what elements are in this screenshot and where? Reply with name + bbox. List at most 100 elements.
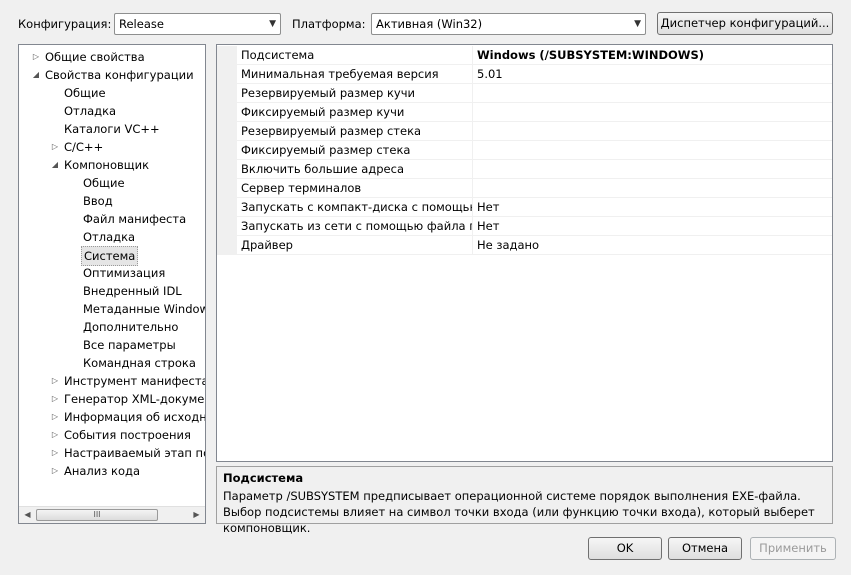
property-name: Фиксируемый размер кучи (241, 103, 473, 122)
tree-item-label: Внедренный IDL (83, 284, 182, 298)
property-value[interactable] (477, 122, 832, 141)
triangle-down-icon[interactable]: ◢ (50, 156, 60, 174)
triangle-right-icon[interactable]: ▷ (50, 444, 60, 462)
property-row[interactable]: Минимальная требуемая версия 5.01 (217, 65, 832, 84)
tree-item-label: Настраиваемый этап пос (64, 446, 205, 460)
configuration-select[interactable]: Release ▼ (114, 13, 281, 35)
property-value[interactable]: 5.01 (477, 65, 832, 84)
property-value[interactable] (477, 160, 832, 179)
property-row[interactable]: Запускать из сети с помощью файла подк Не… (217, 217, 832, 236)
property-name: Резервируемый размер стека (241, 122, 473, 141)
property-row[interactable]: Запускать с компакт-диска с помощью ф Нет (217, 198, 832, 217)
property-name: Сервер терминалов (241, 179, 473, 198)
row-gutter (217, 65, 237, 84)
tree-item-label: Общие (64, 86, 106, 100)
property-name: Включить большие адреса (241, 160, 473, 179)
property-value[interactable]: Нет (477, 217, 832, 236)
platform-label: Платформа: (292, 17, 366, 31)
row-gutter (217, 84, 237, 103)
property-value[interactable] (477, 103, 832, 122)
tree-item-label: Инструмент манифеста (64, 374, 205, 388)
triangle-right-icon[interactable]: ▷ (50, 408, 60, 426)
property-grid: Подсистема Windows (/SUBSYSTEM:WINDOWS) Ми… (216, 44, 833, 462)
chevron-down-icon: ▼ (634, 19, 641, 29)
tree-item-label: Генератор XML-документ (64, 392, 205, 406)
tree-item-label: Ввод (83, 194, 113, 208)
tree-item-label: Дополнительно (83, 320, 179, 334)
tree-item-label: Все параметры (83, 338, 176, 352)
property-row[interactable]: Резервируемый размер кучи (217, 84, 832, 103)
property-value[interactable]: Нет (477, 198, 832, 217)
tree-horizontal-scrollbar[interactable]: ◀ III ▶ (19, 506, 205, 523)
property-value[interactable]: Не задано (477, 236, 832, 255)
tree-item-label: Анализ кода (64, 464, 141, 478)
property-value[interactable] (477, 179, 832, 198)
cancel-button[interactable]: Отмена (668, 537, 742, 560)
row-gutter (217, 236, 237, 255)
property-row[interactable]: Фиксируемый размер стека (217, 141, 832, 160)
row-gutter (217, 198, 237, 217)
triangle-right-icon[interactable]: ▷ (50, 426, 60, 444)
tree-item-label: Общие (83, 176, 125, 190)
property-name: Резервируемый размер кучи (241, 84, 473, 103)
property-row[interactable]: Драйвер Не задано (217, 236, 832, 255)
row-gutter (217, 103, 237, 122)
triangle-right-icon[interactable]: ▷ (50, 390, 60, 408)
tree-item-label: События построения (64, 428, 191, 442)
triangle-down-icon[interactable]: ◢ (31, 66, 41, 84)
platform-value: Активная (Win32) (376, 17, 483, 31)
configuration-value: Release (119, 17, 164, 31)
row-gutter (217, 160, 237, 179)
tree-item-label: Файл манифеста (83, 212, 187, 226)
property-row[interactable]: Сервер терминалов (217, 179, 832, 198)
tree-item-label: C/C++ (64, 140, 104, 154)
grip-icon: III (93, 510, 101, 519)
arrow-left-icon[interactable]: ◀ (19, 507, 36, 523)
tree-items: ▷ Общие свойства ◢ Свойства конфигурации Общ… (19, 48, 205, 506)
property-row[interactable]: Фиксируемый размер кучи (217, 103, 832, 122)
apply-button[interactable]: Применить (750, 537, 836, 560)
row-gutter (217, 141, 237, 160)
tree-item-label: Командная строка (83, 356, 196, 370)
description-text: Параметр /SUBSYSTEM предписывает операци… (223, 489, 815, 535)
tree-item-label: Оптимизация (83, 266, 166, 280)
arrow-right-icon[interactable]: ▶ (188, 507, 205, 523)
row-gutter (217, 46, 237, 65)
tree-item-label: Свойства конфигурации (45, 68, 194, 82)
tree-item-label: Информация об исходно (64, 410, 205, 424)
property-row[interactable]: Включить большие адреса (217, 160, 832, 179)
description-title: Подсистема (223, 471, 304, 485)
property-value[interactable] (477, 84, 832, 103)
tree-item-label: Компоновщик (64, 158, 150, 172)
row-gutter (217, 217, 237, 236)
property-name: Минимальная требуемая версия (241, 65, 473, 84)
triangle-right-icon[interactable]: ▷ (31, 48, 41, 66)
tree-item-label: Метаданные Windows (83, 302, 205, 316)
settings-tree[interactable]: ▷ Общие свойства ◢ Свойства конфигурации Общ… (18, 44, 206, 524)
property-value[interactable] (477, 141, 832, 160)
platform-select[interactable]: Активная (Win32) ▼ (371, 13, 646, 35)
chevron-down-icon: ▼ (269, 19, 276, 29)
property-name: Запускать с компакт-диска с помощью ф (241, 198, 473, 217)
triangle-right-icon[interactable]: ▷ (50, 462, 60, 480)
scroll-thumb[interactable]: III (36, 509, 158, 521)
configuration-manager-button[interactable]: Диспетчер конфигураций... (657, 12, 833, 35)
property-row[interactable]: Подсистема Windows (/SUBSYSTEM:WINDOWS) (217, 46, 832, 65)
tree-item-label: Каталоги VC++ (64, 122, 160, 136)
property-name: Подсистема (241, 46, 473, 65)
tree-item-label: Отладка (64, 104, 117, 118)
property-name: Драйвер (241, 236, 473, 255)
tree-item-label: Общие свойства (45, 50, 145, 64)
property-name: Запускать из сети с помощью файла подк (241, 217, 473, 236)
triangle-right-icon[interactable]: ▷ (50, 372, 60, 390)
description-panel: Подсистема Параметр /SUBSYSTEM предписыв… (216, 466, 833, 535)
configuration-label: Конфигурация: (18, 17, 112, 31)
tree-item-label: Отладка (83, 230, 136, 244)
property-value[interactable]: Windows (/SUBSYSTEM:WINDOWS) (477, 46, 832, 65)
triangle-right-icon[interactable]: ▷ (50, 138, 60, 156)
property-row[interactable]: Резервируемый размер стека (217, 122, 832, 141)
ok-button[interactable]: OK (588, 537, 662, 560)
row-gutter (217, 122, 237, 141)
tree-item-label: Система (81, 246, 139, 266)
row-gutter (217, 179, 237, 198)
